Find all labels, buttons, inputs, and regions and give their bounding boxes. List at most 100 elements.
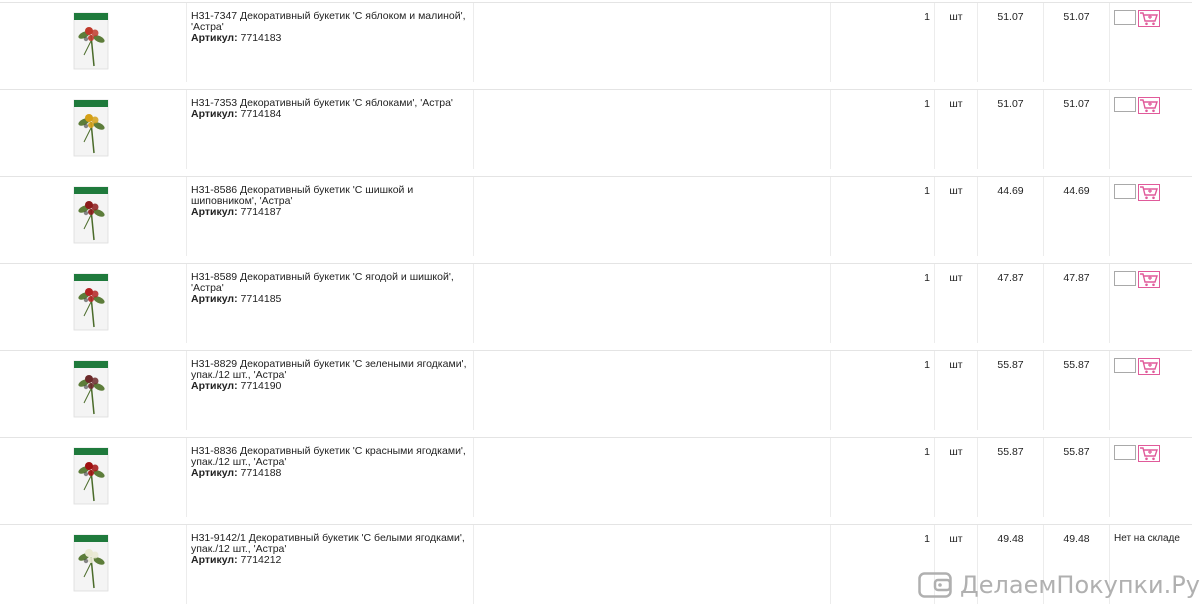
- unit-cell: шт: [934, 90, 977, 169]
- unit-cell: шт: [934, 3, 977, 82]
- sum-value: 55.87: [1063, 359, 1090, 371]
- product-thumbnail: [73, 534, 109, 592]
- product-sku: Артикул: 7714184: [191, 109, 469, 120]
- add-to-cart-button[interactable]: [1138, 445, 1160, 462]
- add-to-cart-button[interactable]: [1138, 358, 1160, 375]
- add-to-cart-button[interactable]: [1138, 10, 1160, 27]
- qty-cell: 1: [830, 177, 934, 256]
- order-qty-input[interactable]: [1114, 184, 1136, 199]
- spacer-cell: [473, 264, 830, 343]
- name-cell: Н31-8586 Декоративный букетик 'С шишкой …: [186, 177, 473, 256]
- product-name[interactable]: Н31-8586 Декоративный букетик 'С шишкой …: [191, 185, 469, 207]
- action-cell: [1109, 177, 1192, 256]
- sum-value: 51.07: [1063, 98, 1090, 110]
- sku-value: 7714187: [240, 206, 282, 218]
- qty-cell: 1: [830, 438, 934, 517]
- image-cell[interactable]: [0, 3, 186, 82]
- cart-icon: [1140, 273, 1158, 287]
- action-cell: [1109, 438, 1192, 517]
- unit-value: шт: [949, 11, 963, 23]
- sku-label: Артикул:: [191, 206, 238, 218]
- image-cell[interactable]: [0, 438, 186, 517]
- product-sku: Артикул: 7714187: [191, 207, 469, 218]
- add-to-cart-button[interactable]: [1138, 184, 1160, 201]
- unit-value: шт: [949, 446, 963, 458]
- qty-value: 1: [924, 272, 930, 284]
- sku-label: Артикул:: [191, 554, 238, 566]
- order-qty-input[interactable]: [1114, 97, 1136, 112]
- product-name[interactable]: Н31-9142/1 Декоративный букетик 'С белым…: [191, 533, 469, 555]
- unit-value: шт: [949, 98, 963, 110]
- qty-value: 1: [924, 359, 930, 371]
- product-thumbnail: [73, 273, 109, 331]
- product-name[interactable]: Н31-8829 Декоративный букетик 'С зеленым…: [191, 359, 469, 381]
- image-cell[interactable]: [0, 264, 186, 343]
- unit-cell: шт: [934, 177, 977, 256]
- product-sku: Артикул: 7714212: [191, 555, 469, 566]
- product-sku: Артикул: 7714183: [191, 33, 469, 44]
- product-name[interactable]: Н31-8589 Декоративный букетик 'С ягодой …: [191, 272, 469, 294]
- unit-cell: шт: [934, 264, 977, 343]
- product-name[interactable]: Н31-8836 Декоративный букетик 'С красным…: [191, 446, 469, 468]
- image-cell[interactable]: [0, 90, 186, 169]
- price-value: 49.48: [997, 533, 1024, 545]
- product-sku: Артикул: 7714188: [191, 468, 469, 479]
- add-to-cart-button[interactable]: [1138, 271, 1160, 288]
- image-cell[interactable]: [0, 351, 186, 430]
- order-qty-input[interactable]: [1114, 358, 1136, 373]
- cart-icon: [1140, 99, 1158, 113]
- sum-cell: 55.87: [1043, 351, 1109, 430]
- sku-label: Артикул:: [191, 380, 238, 392]
- sku-label: Артикул:: [191, 467, 238, 479]
- site-watermark: ДелаемПокупки.Ру: [918, 568, 1200, 602]
- cart-icon: [1140, 12, 1158, 26]
- image-cell[interactable]: [0, 177, 186, 256]
- action-cell: [1109, 264, 1192, 343]
- action-cell: [1109, 90, 1192, 169]
- name-cell: Н31-8829 Декоративный букетик 'С зеленым…: [186, 351, 473, 430]
- product-row: Н31-8829 Декоративный букетик 'С зеленым…: [0, 350, 1192, 430]
- sum-value: 51.07: [1063, 11, 1090, 23]
- product-name[interactable]: Н31-7347 Декоративный букетик 'С яблоком…: [191, 11, 469, 33]
- sum-value: 55.87: [1063, 446, 1090, 458]
- sum-value: 47.87: [1063, 272, 1090, 284]
- sku-label: Артикул:: [191, 108, 238, 120]
- image-cell[interactable]: [0, 525, 186, 604]
- qty-cell: 1: [830, 264, 934, 343]
- qty-value: 1: [924, 185, 930, 197]
- unit-value: шт: [949, 359, 963, 371]
- action-cell: [1109, 351, 1192, 430]
- order-qty-input[interactable]: [1114, 271, 1136, 286]
- sum-cell: 47.87: [1043, 264, 1109, 343]
- product-thumbnail: [73, 12, 109, 70]
- product-row: Н31-8836 Декоративный букетик 'С красным…: [0, 437, 1192, 517]
- order-qty-input[interactable]: [1114, 10, 1136, 25]
- product-thumbnail: [73, 447, 109, 505]
- unit-value: шт: [949, 185, 963, 197]
- product-thumbnail: [73, 99, 109, 157]
- price-value: 51.07: [997, 98, 1024, 110]
- sku-value: 7714185: [240, 293, 282, 305]
- cart-icon: [1140, 447, 1158, 461]
- order-qty-input[interactable]: [1114, 445, 1136, 460]
- unit-cell: шт: [934, 438, 977, 517]
- price-value: 55.87: [997, 359, 1024, 371]
- product-sku: Артикул: 7714190: [191, 381, 469, 392]
- name-cell: Н31-9142/1 Декоративный букетик 'С белым…: [186, 525, 473, 604]
- sku-value: 7714183: [240, 32, 282, 44]
- sku-value: 7714190: [240, 380, 282, 392]
- qty-cell: 1: [830, 90, 934, 169]
- unit-cell: шт: [934, 351, 977, 430]
- qty-value: 1: [924, 533, 930, 545]
- out-of-stock-label: Нет на складе: [1114, 533, 1180, 544]
- product-sku: Артикул: 7714185: [191, 294, 469, 305]
- name-cell: Н31-8836 Декоративный букетик 'С красным…: [186, 438, 473, 517]
- cart-icon: [1140, 360, 1158, 374]
- sku-value: 7714212: [240, 554, 282, 566]
- add-to-cart-button[interactable]: [1138, 97, 1160, 114]
- spacer-cell: [473, 351, 830, 430]
- product-row: Н31-7347 Декоративный букетик 'С яблоком…: [0, 2, 1192, 82]
- price-cell: 44.69: [977, 177, 1043, 256]
- spacer-cell: [473, 3, 830, 82]
- price-cell: 51.07: [977, 90, 1043, 169]
